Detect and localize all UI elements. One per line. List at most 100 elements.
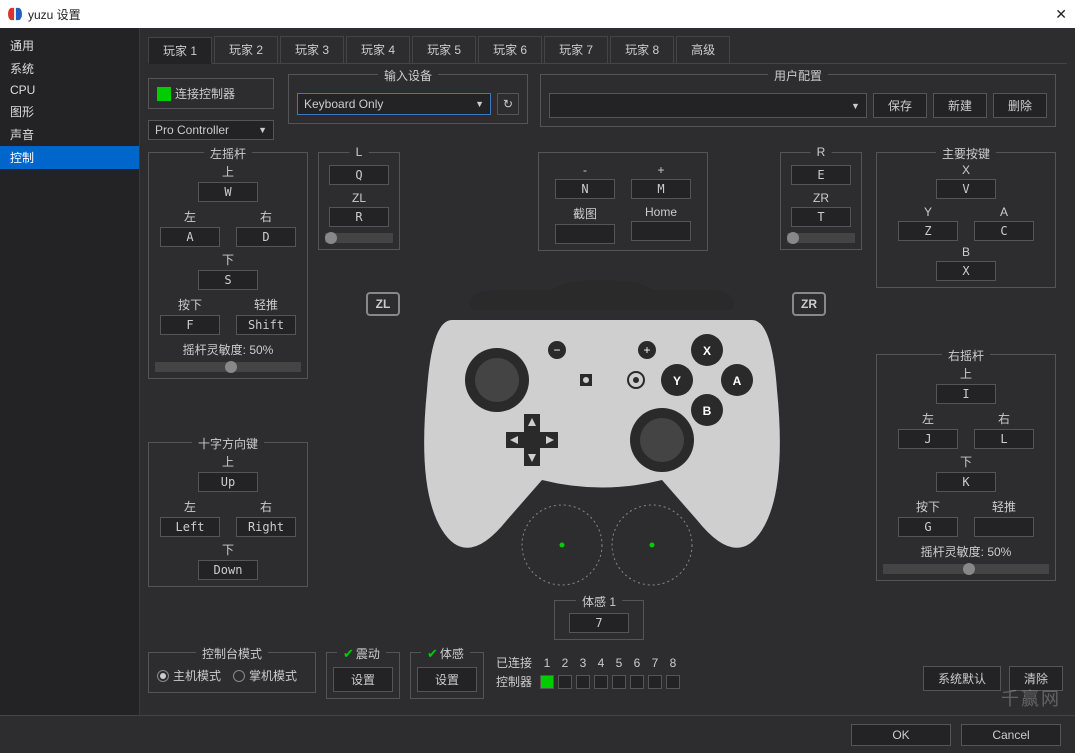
sidebar-item-3[interactable]: 图形 xyxy=(0,100,139,123)
clear-button[interactable]: 清除 xyxy=(1009,666,1063,691)
dpad-left-button[interactable]: Left xyxy=(160,517,220,537)
rs-left-button[interactable]: J xyxy=(898,429,958,449)
zr-slider[interactable] xyxy=(787,233,855,243)
input-device-dropdown[interactable]: Keyboard Only▼ xyxy=(297,93,491,115)
controller-diagram: X Y A B − + xyxy=(412,270,792,600)
vibration-settings-button[interactable]: 设置 xyxy=(333,667,393,692)
l-button[interactable]: Q xyxy=(329,165,389,185)
sidebar-item-0[interactable]: 通用 xyxy=(0,34,139,57)
sidebar-item-5[interactable]: 控制 xyxy=(0,146,139,169)
conn-box-1[interactable] xyxy=(540,675,554,689)
zl-slider[interactable] xyxy=(325,233,393,243)
controllers-label: 控制器 xyxy=(496,673,532,690)
svg-text:−: − xyxy=(553,343,560,357)
controller-type-dropdown[interactable]: Pro Controller▼ xyxy=(148,120,274,140)
sidebar: 通用系统CPU图形声音控制 xyxy=(0,28,140,716)
plus-button[interactable]: M xyxy=(631,179,691,199)
titlebar: yuzu 设置 ✕ xyxy=(0,0,1075,28)
content: 玩家 1玩家 2玩家 3玩家 4玩家 5玩家 6玩家 7玩家 8高级 连接控制器… xyxy=(140,28,1075,716)
rs-press-button[interactable]: G xyxy=(898,517,958,537)
motion-settings-button[interactable]: 设置 xyxy=(417,667,477,692)
sidebar-item-2[interactable]: CPU xyxy=(0,80,139,100)
zr-button[interactable]: T xyxy=(791,207,851,227)
face-y-button[interactable]: Z xyxy=(898,221,958,241)
profile-new-button[interactable]: 新建 xyxy=(933,93,987,118)
connect-checkbox[interactable] xyxy=(157,87,171,101)
svg-text:+: + xyxy=(643,343,650,357)
profile-save-button[interactable]: 保存 xyxy=(873,93,927,118)
face-buttons-title: 主要按键 xyxy=(936,145,996,162)
zl-visual: ZL xyxy=(366,292,400,316)
dpad-up-button[interactable]: Up xyxy=(198,472,258,492)
player-tab-1[interactable]: 玩家 2 xyxy=(214,36,278,63)
cancel-button[interactable]: Cancel xyxy=(961,724,1061,746)
motion-button[interactable]: 7 xyxy=(569,613,629,633)
dpad-right-button[interactable]: Right xyxy=(236,517,296,537)
conn-box-4[interactable] xyxy=(594,675,608,689)
capture-button[interactable] xyxy=(555,224,615,244)
dpad-down-button[interactable]: Down xyxy=(198,560,258,580)
svg-text:B: B xyxy=(703,404,712,418)
rs-sensitivity-slider[interactable] xyxy=(883,564,1049,574)
player-tab-0[interactable]: 玩家 1 xyxy=(148,37,212,64)
input-device-label: 输入设备 xyxy=(378,67,438,84)
r-button[interactable]: E xyxy=(791,165,851,185)
ls-sensitivity-label: 摇杆灵敏度: 50% xyxy=(155,341,301,358)
rs-down-button[interactable]: K xyxy=(936,472,996,492)
ls-sensitivity-slider[interactable] xyxy=(155,362,301,372)
window-title: yuzu 设置 xyxy=(28,6,81,23)
connect-label: 连接控制器 xyxy=(175,85,235,102)
player-tab-3[interactable]: 玩家 4 xyxy=(346,36,410,63)
conn-box-6[interactable] xyxy=(630,675,644,689)
zl-button[interactable]: R xyxy=(329,207,389,227)
svg-text:X: X xyxy=(703,344,711,358)
ls-down-button[interactable]: S xyxy=(198,270,258,290)
handheld-radio[interactable]: 掌机模式 xyxy=(233,667,297,684)
motion-title: 体感 1 xyxy=(576,593,622,610)
sidebar-item-4[interactable]: 声音 xyxy=(0,123,139,146)
ok-button[interactable]: OK xyxy=(851,724,951,746)
conn-box-8[interactable] xyxy=(666,675,680,689)
ls-right-button[interactable]: D xyxy=(236,227,296,247)
ls-press-button[interactable]: F xyxy=(160,315,220,335)
rs-sensitivity-label: 摇杆灵敏度: 50% xyxy=(883,543,1049,560)
player-tab-4[interactable]: 玩家 5 xyxy=(412,36,476,63)
vibration-checkbox[interactable]: ✔ xyxy=(343,646,354,661)
dpad-title: 十字方向键 xyxy=(192,435,264,452)
chevron-down-icon: ▼ xyxy=(851,101,860,111)
rs-up-button[interactable]: I xyxy=(936,384,996,404)
profile-delete-button[interactable]: 删除 xyxy=(993,93,1047,118)
close-icon[interactable]: ✕ xyxy=(1055,6,1067,23)
svg-text:A: A xyxy=(733,374,742,388)
player-tab-8[interactable]: 高级 xyxy=(676,36,730,63)
sidebar-item-1[interactable]: 系统 xyxy=(0,57,139,80)
ls-left-button[interactable]: A xyxy=(160,227,220,247)
conn-box-2[interactable] xyxy=(558,675,572,689)
minus-button[interactable]: N xyxy=(555,179,615,199)
face-a-button[interactable]: C xyxy=(974,221,1034,241)
right-stick-title: 右摇杆 xyxy=(942,347,990,364)
ls-up-button[interactable]: W xyxy=(198,182,258,202)
rs-mod-button[interactable] xyxy=(974,517,1034,537)
console-mode-title: 控制台模式 xyxy=(196,645,268,662)
player-tab-6[interactable]: 玩家 7 xyxy=(544,36,608,63)
rs-right-button[interactable]: L xyxy=(974,429,1034,449)
home-button[interactable] xyxy=(631,221,691,241)
refresh-button[interactable]: ↻ xyxy=(497,93,519,115)
face-b-button[interactable]: X xyxy=(936,261,996,281)
conn-box-5[interactable] xyxy=(612,675,626,689)
zr-visual: ZR xyxy=(792,292,826,316)
system-default-button[interactable]: 系统默认 xyxy=(923,666,1001,691)
player-tab-2[interactable]: 玩家 3 xyxy=(280,36,344,63)
docked-radio[interactable]: 主机模式 xyxy=(157,667,221,684)
motion-checkbox[interactable]: ✔ xyxy=(427,646,438,661)
player-tab-7[interactable]: 玩家 8 xyxy=(610,36,674,63)
user-profile-dropdown[interactable]: ▼ xyxy=(549,93,867,118)
face-x-button[interactable]: V xyxy=(936,179,996,199)
chevron-down-icon: ▼ xyxy=(475,99,484,109)
player-tab-5[interactable]: 玩家 6 xyxy=(478,36,542,63)
conn-box-7[interactable] xyxy=(648,675,662,689)
left-stick-title: 左摇杆 xyxy=(204,145,252,162)
ls-mod-button[interactable]: Shift xyxy=(236,315,296,335)
conn-box-3[interactable] xyxy=(576,675,590,689)
